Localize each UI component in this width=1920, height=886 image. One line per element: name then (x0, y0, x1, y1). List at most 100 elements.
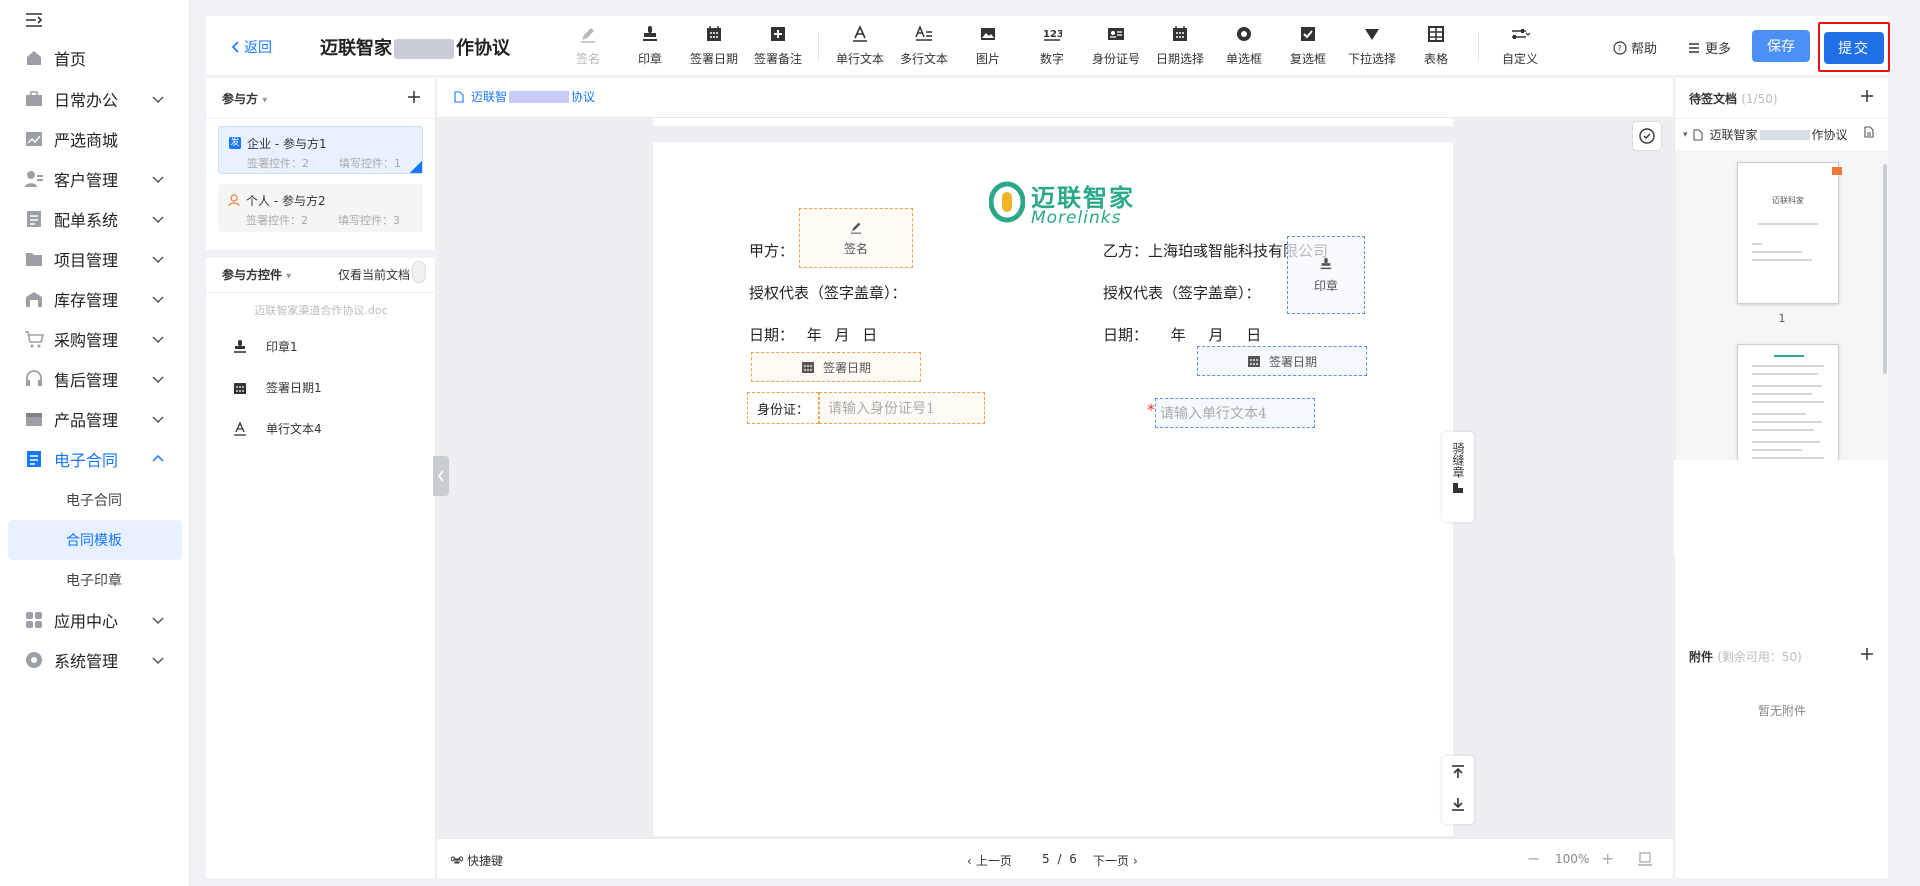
tool-sign-date[interactable]: 签署日期 (682, 24, 746, 72)
nav-item-home[interactable]: 首页 (0, 38, 190, 78)
panel-collapse-handle[interactable] (433, 456, 449, 496)
single-text-input[interactable]: 请输入单行文本4 (1155, 398, 1315, 428)
nav-item-products[interactable]: 产品管理 (0, 399, 190, 439)
check-icon[interactable] (1633, 122, 1661, 150)
nav-label: 配单系统 (54, 211, 119, 230)
tool-custom[interactable]: 自定义 (1488, 24, 1552, 72)
control-item-single-text[interactable]: 单行文本4 (232, 420, 322, 437)
menu-collapse-icon[interactable] (24, 10, 44, 30)
document-tabbar: 迈联智 协议 (437, 78, 1673, 118)
prev-page-button[interactable]: ‹ 上一页 (967, 852, 1012, 869)
pending-doc-item[interactable]: ▾ 迈联智家 作协议 (1683, 126, 1848, 143)
riding-seal-button[interactable]: 骑缝章 (1442, 432, 1474, 522)
tool-number[interactable]: 123 数字 (1020, 24, 1084, 72)
doc-info-icon[interactable] (1863, 126, 1875, 138)
nav-item-mall[interactable]: 严选商城 (0, 119, 190, 159)
nav-label: 电子合同 (54, 451, 119, 470)
back-link[interactable]: 返回 (230, 37, 272, 57)
tool-date-picker[interactable]: 日期选择 (1148, 24, 1212, 72)
logo-english-text: Morelinks (1031, 208, 1122, 228)
field-label: 签署日期 (822, 360, 871, 375)
subnav-e-seal[interactable]: 电子印章 (8, 560, 182, 600)
page-thumbnail-1[interactable]: 迈联科家 (1737, 162, 1842, 304)
subnav-econtract[interactable]: 电子合同 (8, 480, 182, 520)
sign-date-field-a[interactable]: 签署日期 (751, 352, 921, 382)
participant-card-1[interactable]: 发 企业 - 参与方1 签署控件：2 填写控件：1 (218, 126, 423, 174)
go-top-icon[interactable] (1450, 764, 1466, 780)
nav-item-econtract[interactable]: 电子合同 (0, 439, 190, 479)
tool-signature[interactable]: 签名 (556, 24, 620, 72)
nav-item-customers[interactable]: 客户管理 (0, 159, 190, 199)
add-document-icon[interactable] (1859, 88, 1875, 104)
more-label: 更多 (1705, 42, 1732, 57)
thumb-line (1752, 457, 1824, 459)
help-link[interactable]: ? 帮助 (1613, 38, 1657, 57)
signature-field[interactable]: 签名 (799, 208, 913, 268)
zoom-out-icon[interactable]: − (1527, 849, 1540, 868)
controls-header[interactable]: 参与方控件 ▾ (222, 266, 291, 283)
tool-multi-text[interactable]: 多行文本 (892, 24, 956, 72)
tool-table[interactable]: 表格 (1404, 24, 1468, 72)
nav-item-projects[interactable]: 项目管理 (0, 239, 190, 279)
document-tab[interactable]: 迈联智 协议 (453, 88, 595, 105)
divider (206, 118, 436, 119)
chevron-right-icon: › (1133, 853, 1138, 868)
fill-count: 填写控件：1 (339, 157, 401, 170)
tool-radio[interactable]: 单选框 (1212, 24, 1276, 72)
more-menu[interactable]: 更多 (1687, 38, 1731, 57)
nav-item-aftersales[interactable]: 售后管理 (0, 359, 190, 399)
divider (206, 250, 436, 258)
add-participant-icon[interactable] (406, 89, 422, 105)
nav-item-purchase[interactable]: 采购管理 (0, 319, 190, 359)
nav-item-inventory[interactable]: 库存管理 (0, 279, 190, 319)
next-page-button[interactable]: 下一页 › (1093, 852, 1138, 869)
id-number-input[interactable]: 请输入身份证号1 (819, 392, 985, 424)
nav-item-apps[interactable]: 应用中心 (0, 600, 190, 640)
svg-text:123: 123 (1043, 29, 1062, 40)
nav-label: 客户管理 (54, 171, 119, 190)
seal-field[interactable]: 印章 (1287, 236, 1365, 314)
fit-page-icon[interactable] (1637, 851, 1653, 867)
shortcut-label: 快捷键 (467, 854, 504, 868)
tool-id-number[interactable]: 身份证号 (1084, 24, 1148, 72)
scrollbar[interactable] (1883, 164, 1887, 374)
table-icon (1426, 24, 1446, 44)
pen-icon (850, 222, 862, 234)
chevron-down-icon (150, 612, 166, 628)
tool-dropdown[interactable]: 下拉选择 (1340, 24, 1404, 72)
participant-card-2[interactable]: 个人 - 参与方2 签署控件：2 填写控件：3 (218, 184, 423, 232)
tool-image[interactable]: 图片 (956, 24, 1020, 72)
go-bottom-icon[interactable] (1450, 796, 1466, 812)
save-button[interactable]: 保存 (1752, 30, 1810, 62)
tool-single-text[interactable]: 单行文本 (828, 24, 892, 72)
headset-icon (24, 369, 44, 389)
party-a-label: 甲方： (749, 242, 795, 260)
tool-checkbox[interactable]: 复选框 (1276, 24, 1340, 72)
only-current-toggle[interactable] (412, 261, 426, 283)
nav-item-office[interactable]: 日常办公 (0, 79, 190, 119)
tool-seal[interactable]: 印章 (618, 24, 682, 72)
next-label: 下一页 (1093, 854, 1130, 868)
attach-title: 附件 (1689, 650, 1714, 664)
participants-header[interactable]: 参与方 ▾ (222, 90, 267, 107)
chevron-down-icon (150, 171, 166, 187)
page-jump-controls (1442, 756, 1474, 824)
add-attachment-icon[interactable] (1859, 646, 1875, 662)
shortcut-button[interactable]: 快捷键 (451, 852, 503, 869)
control-label: 签署日期1 (266, 381, 322, 395)
document-title-left: 迈联智家 (320, 38, 392, 59)
submit-button[interactable]: 提交 (1824, 32, 1884, 64)
svg-text:?: ? (1617, 44, 1621, 53)
tool-label: 数字 (1039, 52, 1064, 66)
cart-icon (24, 329, 44, 349)
thumb-line (1758, 223, 1818, 225)
control-item-sign-date[interactable]: 签署日期1 (232, 379, 322, 396)
nav-item-orders[interactable]: 配单系统 (0, 199, 190, 239)
sign-date-field-b[interactable]: 签署日期 (1197, 346, 1367, 376)
control-item-seal[interactable]: 印章1 (232, 338, 298, 355)
zoom-in-icon[interactable]: + (1601, 849, 1614, 868)
nav-item-system[interactable]: 系统管理 (0, 640, 190, 680)
subnav-contract-template[interactable]: 合同模板 (8, 520, 182, 560)
tool-sign-note[interactable]: 签署备注 (746, 24, 810, 72)
stamp-icon (234, 339, 246, 353)
